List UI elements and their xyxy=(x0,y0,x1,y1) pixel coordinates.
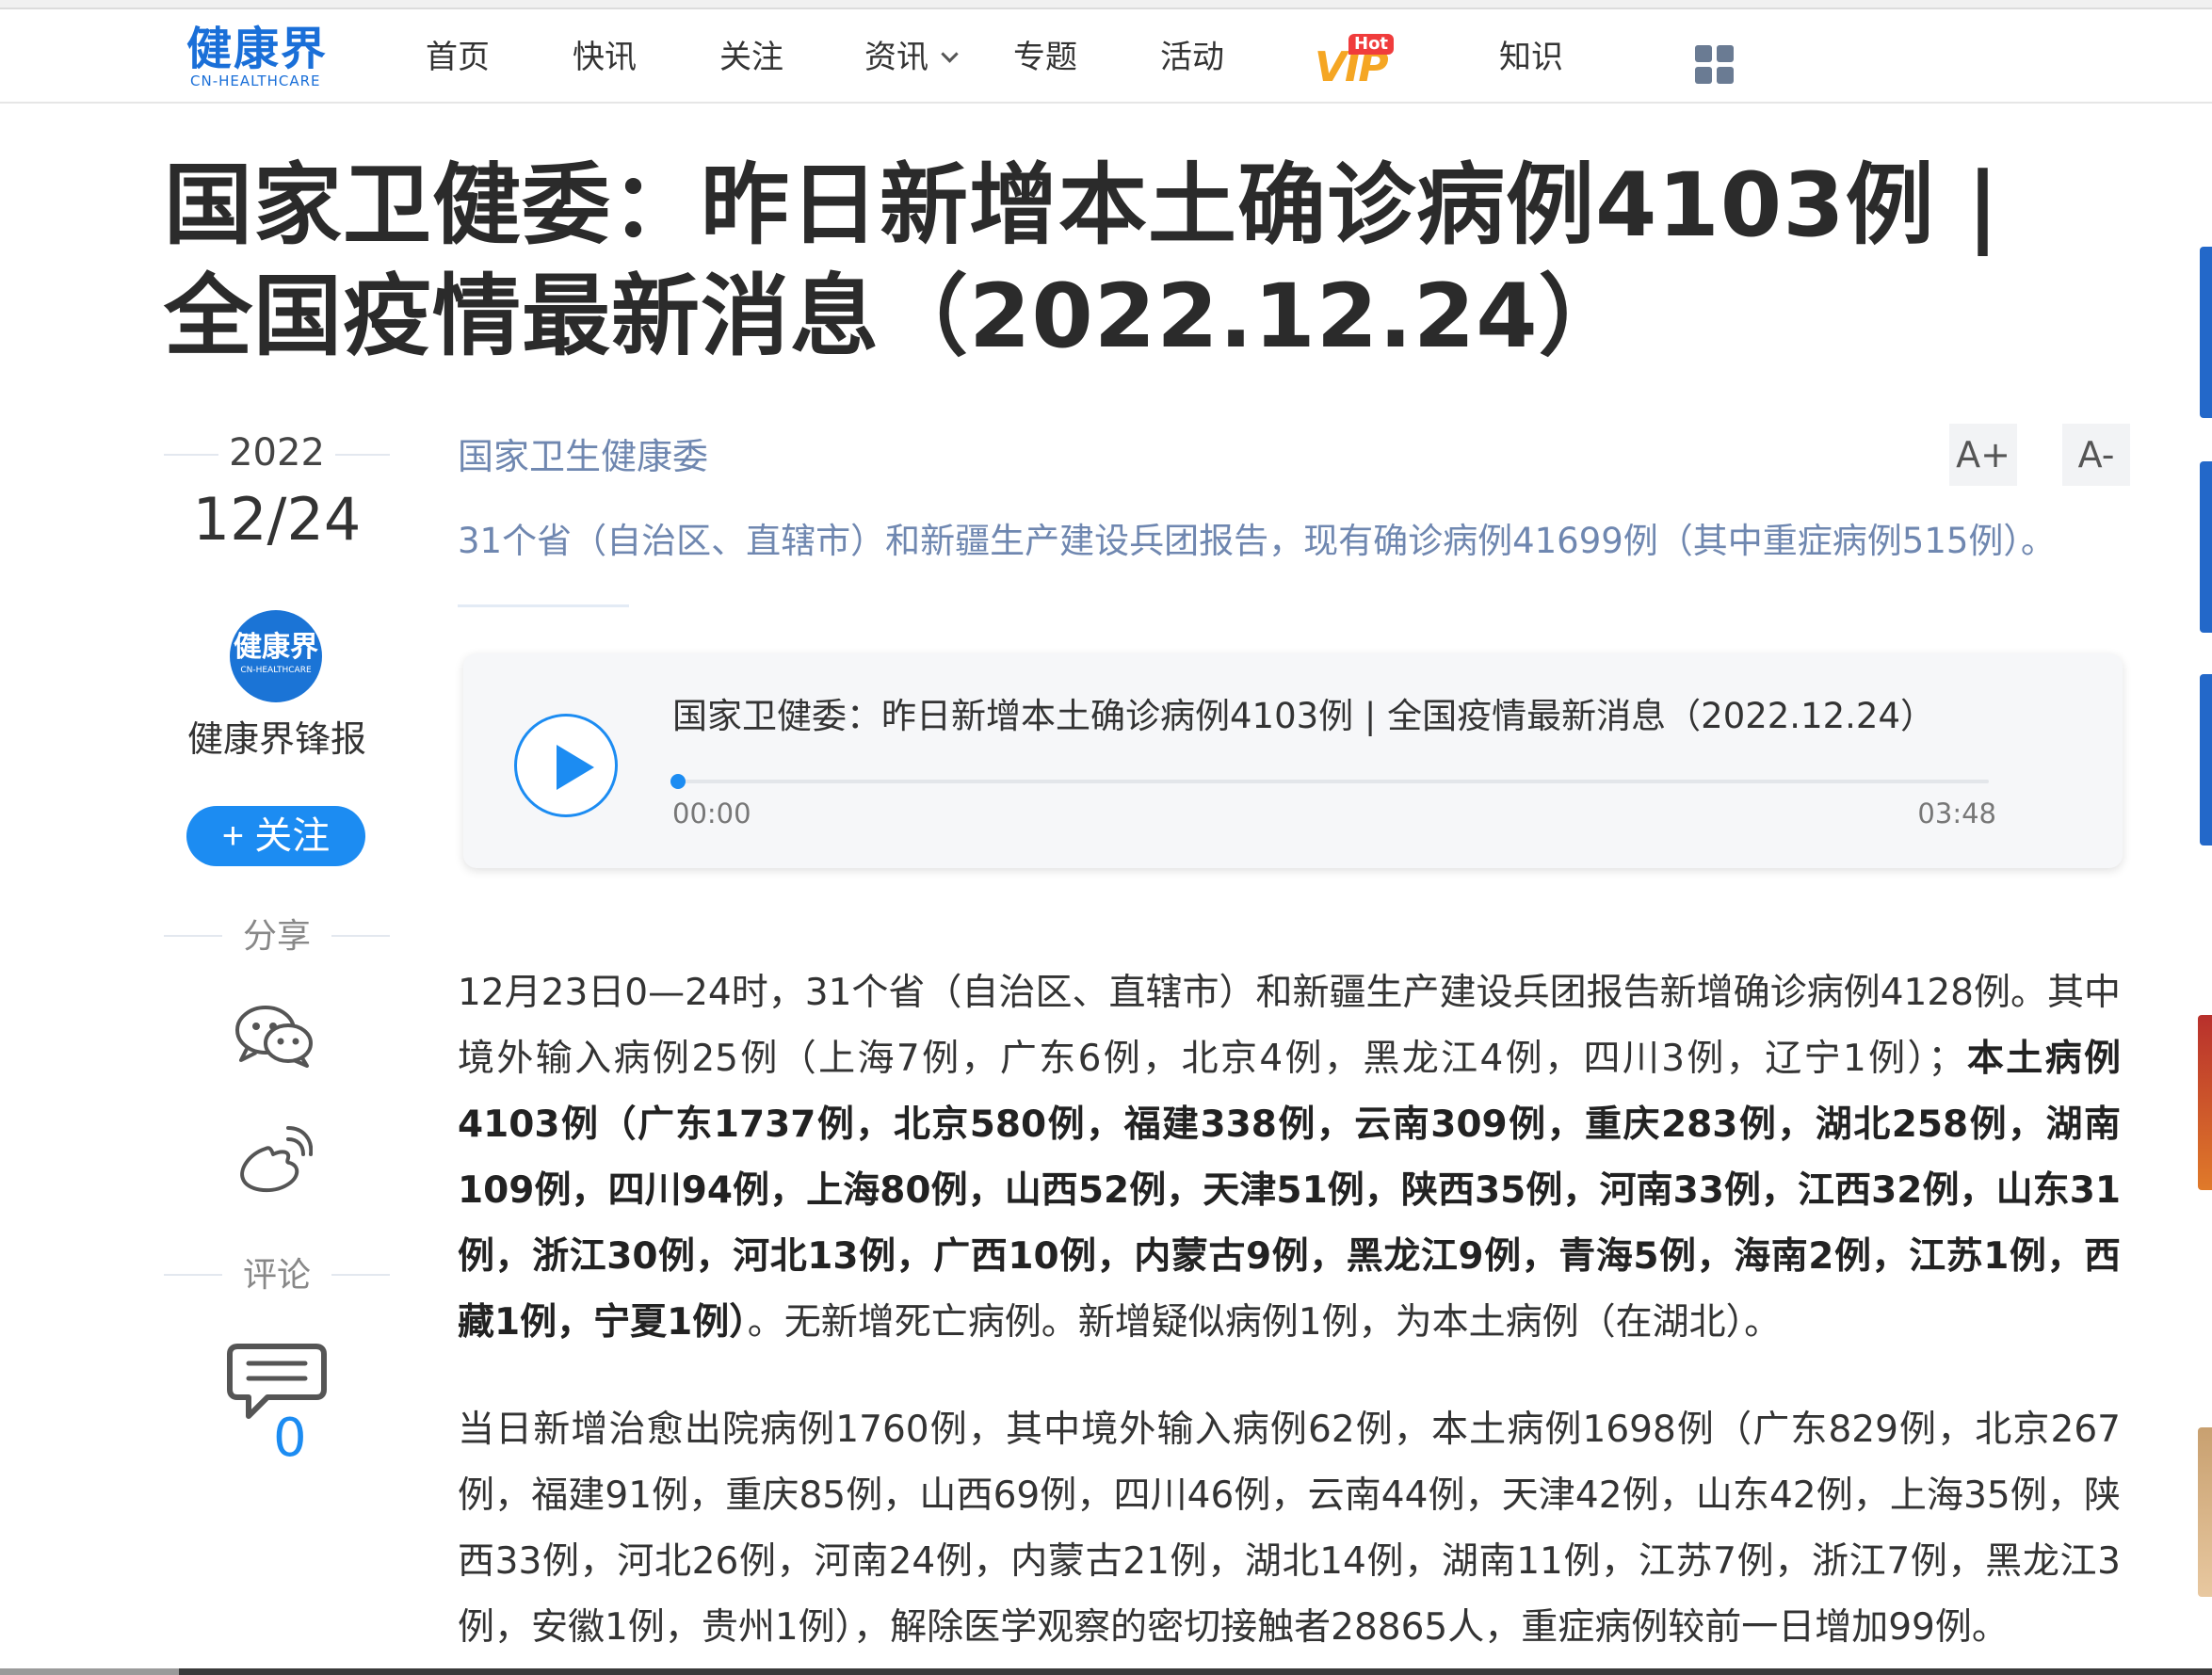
article-paragraph-2: 当日新增治愈出院病例1760例，其中境外输入病例62例，本土病例1698例（广东… xyxy=(458,1409,2121,1649)
scrollbar-thumb[interactable] xyxy=(0,1668,179,1675)
article-source[interactable]: 国家卫生健康委 xyxy=(458,433,708,480)
nav-knowledge[interactable]: 知识 xyxy=(1499,36,1563,79)
paragraph-bold-text: 本土病例4103例（广东1737例，北京580例，福建338例，云南309例，重… xyxy=(458,1038,2121,1344)
audio-progress-handle[interactable] xyxy=(670,774,686,789)
chevron-down-icon xyxy=(941,45,959,63)
year-text: 2022 xyxy=(229,431,325,475)
wechat-icon[interactable] xyxy=(232,1002,316,1068)
nav-vip[interactable]: VIP Hot xyxy=(1315,30,1401,91)
nav-events[interactable]: 活动 xyxy=(1160,36,1224,79)
font-decrease-button[interactable]: A- xyxy=(2062,424,2130,486)
audio-title: 国家卫健委：昨日新增本土确诊病例4103例 | 全国疫情最新消息（2022.12… xyxy=(672,696,1935,736)
paragraph-text: 。无新增死亡病例。新增疑似病例1例，为本土病例（在湖北）。 xyxy=(747,1301,1782,1344)
avatar-text: 健康界 xyxy=(234,631,318,664)
divider xyxy=(331,1274,390,1276)
audio-total-time: 03:48 xyxy=(1917,797,1996,829)
logo-text: 健康界 xyxy=(186,23,329,75)
sidebar-banner-edge[interactable] xyxy=(2200,247,2212,418)
publish-year: 2022 xyxy=(164,429,390,476)
article-title: 国家卫健委：昨日新增本土确诊病例4103例 | 全国疫情最新消息（2022.12… xyxy=(164,154,2000,368)
logo-subtext: CN-HEALTHCARE xyxy=(190,72,321,89)
paragraph-text: 12月23日0—24时，31个省（自治区、直辖市）和新疆生产建设兵团报告新增确诊… xyxy=(458,972,2121,1080)
browser-top-strip xyxy=(0,0,2212,9)
play-button[interactable] xyxy=(514,714,618,817)
audio-player: 国家卫健委：昨日新增本土确诊病例4103例 | 全国疫情最新消息（2022.12… xyxy=(463,653,2123,868)
summary-divider xyxy=(458,604,629,607)
nav-news-flash[interactable]: 快讯 xyxy=(573,36,637,79)
nav-follow[interactable]: 关注 xyxy=(719,36,783,79)
font-increase-button[interactable]: A+ xyxy=(1949,424,2017,486)
site-logo[interactable]: 健康界 CN-HEALTHCARE xyxy=(186,24,347,92)
weibo-icon[interactable] xyxy=(237,1126,313,1196)
nav-info-dropdown[interactable]: 资讯 xyxy=(864,36,959,79)
sidebar-thumbnail-edge[interactable] xyxy=(2198,1427,2212,1597)
horizontal-scrollbar[interactable] xyxy=(0,1668,2212,1675)
author-name[interactable]: 健康界锋报 xyxy=(164,716,390,763)
audio-progress-bar[interactable] xyxy=(676,780,1989,783)
divider xyxy=(331,935,390,937)
publish-date: 12/24 xyxy=(192,485,362,554)
follow-button[interactable]: + 关注 xyxy=(186,806,365,866)
article-summary: 31个省（自治区、直辖市）和新疆生产建设兵团报告，现有确诊病例41699例（其中… xyxy=(458,521,2056,561)
avatar-subtext: CN-HEALTHCARE xyxy=(240,666,312,675)
apps-grid-icon[interactable] xyxy=(1695,45,1735,85)
comment-label: 评论 xyxy=(242,1256,311,1295)
nav-info-label: 资讯 xyxy=(864,39,928,76)
sidebar-thumbnail-edge[interactable] xyxy=(2198,1015,2212,1190)
sidebar-banner-edge[interactable] xyxy=(2200,674,2212,846)
play-icon xyxy=(557,745,594,790)
article-paragraph-1: 12月23日0—24时，31个省（自治区、直辖市）和新疆生产建设兵团报告新增确诊… xyxy=(458,960,2121,1356)
share-label: 分享 xyxy=(242,917,311,956)
hot-badge: Hot xyxy=(1348,34,1395,55)
audio-current-time: 00:00 xyxy=(672,797,751,829)
nav-home[interactable]: 首页 xyxy=(426,36,490,79)
author-avatar[interactable]: 健康界 CN-HEALTHCARE xyxy=(230,610,322,702)
nav-topics[interactable]: 专题 xyxy=(1013,36,1077,79)
divider xyxy=(335,454,390,456)
comment-count[interactable]: 0 xyxy=(273,1409,307,1469)
sidebar-banner-edge[interactable] xyxy=(2200,461,2212,633)
site-header: 健康界 CN-HEALTHCARE 首页 快讯 关注 资讯 专题 活动 VIP … xyxy=(0,11,2212,104)
